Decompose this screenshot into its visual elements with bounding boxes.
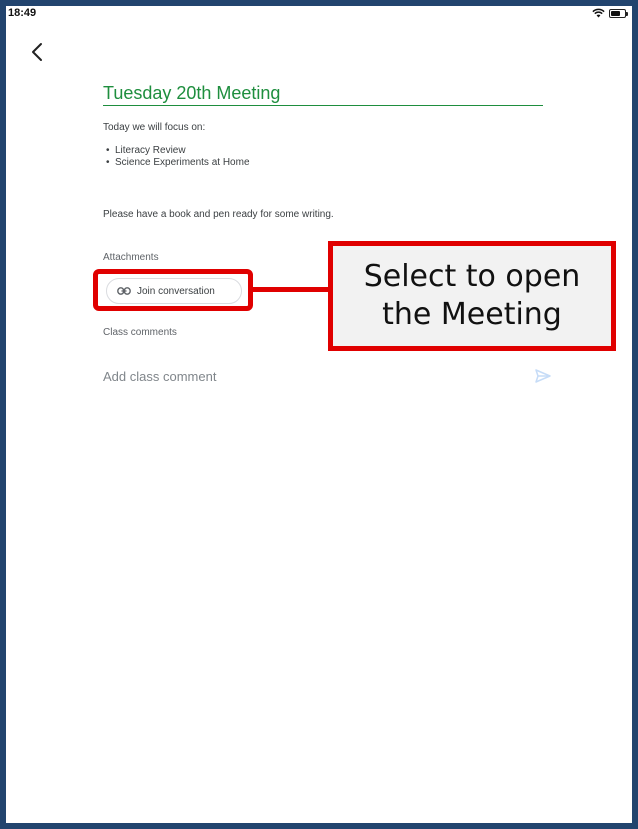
send-button[interactable] [534,368,552,384]
list-item: Science Experiments at Home [103,157,250,169]
post-reminder: Please have a book and pen ready for som… [103,209,334,220]
topic-list: Literacy Review Science Experiments at H… [103,145,250,169]
post-intro: Today we will focus on: [103,122,206,133]
back-button[interactable] [28,40,48,64]
annotation-connector [251,287,331,292]
class-comment-input[interactable] [103,366,463,386]
callout-line: Select to open [363,259,581,294]
tablet-frame: 18:49 Tuesday 20th Meeting Today we will… [0,0,638,829]
status-bar: 18:49 [6,6,632,28]
annotation-highlight-box [93,269,253,311]
callout-line: the Meeting [382,297,562,332]
battery-icon [609,8,628,18]
send-icon [535,369,551,383]
attachments-heading: Attachments [103,252,159,263]
post-title: Tuesday 20th Meeting [103,83,281,103]
title-divider [103,105,543,106]
status-time: 18:49 [8,7,37,19]
annotation-callout: Select to open the Meeting [328,241,616,351]
wifi-icon [592,8,605,18]
chevron-left-icon [32,43,42,61]
status-icons [592,8,628,18]
list-item: Literacy Review [103,145,250,157]
class-comments-heading: Class comments [103,327,177,338]
